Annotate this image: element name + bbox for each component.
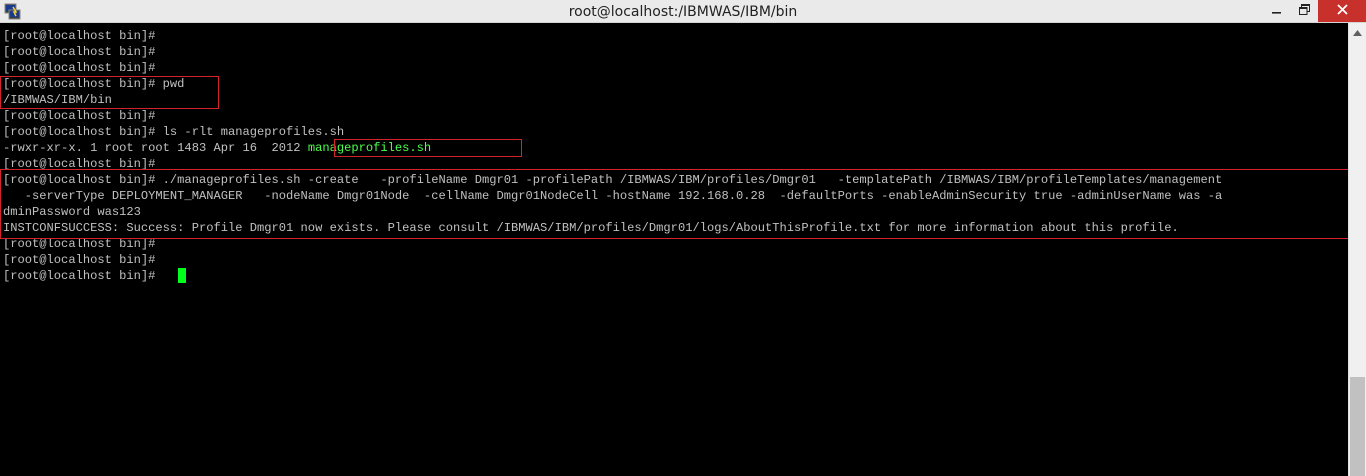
vertical-scrollbar[interactable] bbox=[1348, 23, 1366, 476]
file-listing: -rwxr-xr-x. 1 root root 1483 Apr 16 2012 bbox=[3, 141, 308, 155]
terminal-line: [root@localhost bin]# bbox=[3, 109, 156, 123]
terminal-line: [root@localhost bin]# bbox=[3, 253, 156, 267]
terminal-line: [root@localhost bin]# ls -rlt manageprof… bbox=[3, 125, 345, 139]
terminal-line: [root@localhost bin]# bbox=[3, 269, 163, 283]
terminal-line: [root@localhost bin]# bbox=[3, 29, 156, 43]
terminal-output[interactable]: [root@localhost bin]# [root@localhost bi… bbox=[0, 23, 1362, 476]
command-annotation-box bbox=[0, 169, 1362, 239]
window-title: root@localhost:/IBMWAS/IBM/bin bbox=[568, 4, 798, 20]
pwd-annotation-box bbox=[0, 76, 219, 109]
terminal-line: [root@localhost bin]# bbox=[3, 45, 156, 59]
terminal-window: root@localhost:/IBMWAS/IBM/bin [root@loc… bbox=[0, 0, 1366, 476]
close-icon bbox=[1336, 2, 1348, 20]
terminal-cursor bbox=[178, 268, 186, 283]
title-bar[interactable]: root@localhost:/IBMWAS/IBM/bin bbox=[0, 0, 1366, 23]
chevron-up-icon bbox=[1353, 23, 1362, 41]
restore-icon bbox=[1298, 2, 1310, 20]
filename-annotation-box bbox=[334, 139, 522, 157]
scroll-thumb[interactable] bbox=[1350, 377, 1365, 476]
scroll-up-button[interactable] bbox=[1349, 23, 1366, 40]
minimize-icon bbox=[1272, 2, 1282, 20]
restore-button[interactable] bbox=[1290, 0, 1318, 22]
minimize-button[interactable] bbox=[1262, 0, 1292, 22]
close-button[interactable] bbox=[1318, 0, 1366, 22]
terminal-line: [root@localhost bin]# bbox=[3, 61, 156, 75]
